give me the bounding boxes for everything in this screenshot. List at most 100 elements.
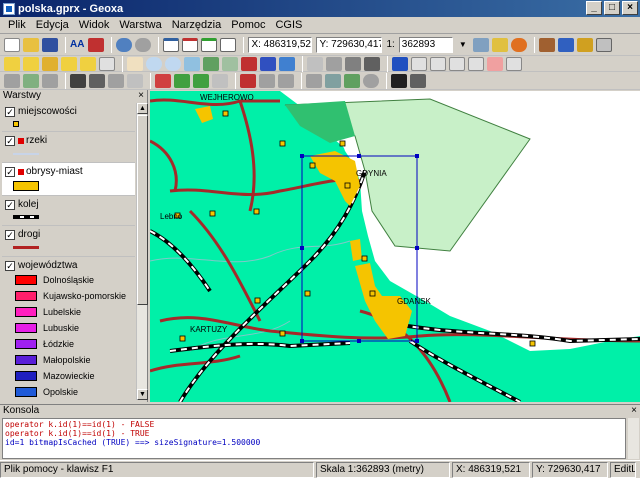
menu-narzedzia[interactable]: Narzędzia bbox=[167, 19, 227, 31]
draw-polyline-icon[interactable] bbox=[23, 73, 39, 88]
table-icon[interactable] bbox=[506, 56, 522, 71]
pointer-label-icon[interactable] bbox=[449, 56, 465, 71]
font-aa-button[interactable]: AA bbox=[70, 39, 84, 50]
layer-checkbox[interactable]: ✓ bbox=[5, 199, 15, 210]
pointer-measure-icon[interactable] bbox=[430, 56, 446, 71]
zoom-previous-icon[interactable] bbox=[241, 56, 257, 71]
export-icon[interactable] bbox=[364, 56, 380, 71]
pointer-select-icon[interactable] bbox=[468, 56, 484, 71]
layer-stack-icon[interactable] bbox=[23, 56, 39, 71]
layer-remove-icon[interactable] bbox=[61, 56, 77, 71]
split-icon[interactable] bbox=[155, 73, 171, 88]
merge-icon[interactable] bbox=[174, 73, 190, 88]
scroll-down-icon[interactable]: ▼ bbox=[137, 389, 148, 400]
console-scrollbar[interactable] bbox=[628, 418, 639, 459]
map-svg[interactable] bbox=[150, 91, 640, 402]
globe-small-icon[interactable] bbox=[363, 73, 379, 88]
black-arrow-icon[interactable] bbox=[391, 73, 407, 88]
new-file-icon[interactable] bbox=[4, 37, 20, 52]
zoom-in-icon[interactable] bbox=[146, 56, 162, 71]
select-arrow-icon[interactable] bbox=[307, 56, 323, 71]
zoom-extent-icon[interactable] bbox=[184, 56, 200, 71]
remove-point-icon[interactable] bbox=[212, 73, 228, 88]
console-close-icon[interactable]: × bbox=[631, 405, 637, 417]
scroll-thumb[interactable] bbox=[137, 115, 148, 305]
key-icon[interactable] bbox=[576, 37, 593, 52]
maximize-button[interactable]: □ bbox=[604, 1, 620, 15]
hand-pan-icon[interactable] bbox=[127, 56, 143, 71]
map-label-gdansk: GDAŃSK bbox=[397, 297, 431, 306]
rotate-icon[interactable] bbox=[306, 73, 322, 88]
map-canvas[interactable]: WEJHEROWO GDYNIA Lebno GDAŃSK KARTUZY bbox=[150, 91, 640, 402]
layer-item-kolej[interactable]: ✓ kolej bbox=[2, 196, 135, 226]
style-icon[interactable] bbox=[88, 37, 105, 52]
person-icon[interactable] bbox=[557, 37, 574, 52]
layer-item-obrysy-miast[interactable]: ✓ obrysy-miast bbox=[2, 163, 135, 196]
layer-edit-icon[interactable] bbox=[42, 56, 58, 71]
layer-checkbox[interactable]: ✓ bbox=[5, 260, 15, 271]
menu-plik[interactable]: Plik bbox=[3, 19, 31, 31]
move-vertex-icon[interactable] bbox=[108, 73, 124, 88]
layer-checkbox[interactable]: ✓ bbox=[5, 106, 15, 117]
pointer-info-icon[interactable] bbox=[411, 56, 427, 71]
snap-vertex-icon[interactable] bbox=[259, 73, 275, 88]
zoom-next-icon[interactable] bbox=[260, 56, 276, 71]
navigate-icon[interactable] bbox=[472, 37, 489, 52]
layer-filter-icon[interactable] bbox=[99, 56, 115, 71]
scale-input[interactable]: 362893 bbox=[398, 36, 453, 53]
snap-edge-icon[interactable] bbox=[278, 73, 294, 88]
layer-tools-icon[interactable] bbox=[538, 37, 555, 52]
layer-item-drogi[interactable]: ✓ drogi bbox=[2, 226, 135, 257]
grid-icon[interactable] bbox=[595, 37, 612, 52]
refresh-icon[interactable] bbox=[279, 56, 295, 71]
layer-item-rzeki[interactable]: ✓ rzeki bbox=[2, 132, 135, 163]
add-vertex-icon[interactable] bbox=[127, 73, 143, 88]
open-folder-icon[interactable] bbox=[23, 37, 39, 52]
layer-item-wojewodztwa[interactable]: ✓ województwa Dolnośląskie Kujawsko-pomor… bbox=[2, 257, 135, 400]
add-point-icon[interactable] bbox=[193, 73, 209, 88]
layers-scrollbar[interactable]: ▲ ▼ bbox=[136, 103, 148, 400]
window-red-icon[interactable] bbox=[182, 37, 199, 52]
draw-line-icon[interactable] bbox=[4, 73, 20, 88]
ruler-icon[interactable] bbox=[491, 37, 508, 52]
layer-checkbox[interactable]: ✓ bbox=[5, 166, 15, 177]
zoom-layer-icon[interactable] bbox=[203, 56, 219, 71]
info-icon[interactable] bbox=[392, 56, 408, 71]
menu-edycja[interactable]: Edycja bbox=[31, 19, 74, 31]
close-button[interactable]: × bbox=[622, 1, 638, 15]
node-arrow-icon[interactable] bbox=[410, 73, 426, 88]
edit-pointer-icon[interactable] bbox=[70, 73, 86, 88]
window-icon[interactable] bbox=[163, 37, 180, 52]
snap-icon[interactable] bbox=[240, 73, 256, 88]
scale-tool-icon[interactable] bbox=[325, 73, 341, 88]
layer-item-miejscowosci[interactable]: ✓ miejscowości bbox=[2, 103, 135, 132]
layer-add-icon[interactable] bbox=[4, 56, 20, 71]
edit-vertex-icon[interactable] bbox=[89, 73, 105, 88]
console-output[interactable]: operator k.id(1)==id(1) - FALSE operator… bbox=[2, 418, 626, 459]
scroll-up-icon[interactable]: ▲ bbox=[137, 103, 148, 114]
clear-selection-icon[interactable] bbox=[487, 56, 503, 71]
zoom-window-icon[interactable] bbox=[222, 56, 238, 71]
mirror-icon[interactable] bbox=[344, 73, 360, 88]
globe-icon[interactable] bbox=[510, 37, 527, 52]
window-green-icon[interactable] bbox=[201, 37, 218, 52]
save-icon[interactable] bbox=[42, 37, 58, 52]
y-coordinate-field: Y: 729630,417 bbox=[316, 36, 383, 53]
window-layout-icon[interactable] bbox=[220, 37, 237, 52]
menu-cgis[interactable]: CGIS bbox=[270, 19, 307, 31]
select-area-icon[interactable] bbox=[326, 56, 342, 71]
layers-panel-close-icon[interactable]: × bbox=[138, 90, 144, 102]
layer-checkbox[interactable]: ✓ bbox=[5, 229, 15, 240]
menu-widok[interactable]: Widok bbox=[74, 19, 115, 31]
undo-icon[interactable] bbox=[116, 37, 133, 52]
layer-props-icon[interactable] bbox=[80, 56, 96, 71]
scale-dropdown-arrow[interactable]: ▼ bbox=[457, 38, 469, 52]
zoom-out-icon[interactable] bbox=[165, 56, 181, 71]
menu-pomoc[interactable]: Pomoc bbox=[226, 19, 270, 31]
menu-warstwa[interactable]: Warstwa bbox=[114, 19, 166, 31]
minimize-button[interactable]: _ bbox=[586, 1, 602, 15]
print-icon[interactable] bbox=[345, 56, 361, 71]
draw-polygon-icon[interactable] bbox=[42, 73, 58, 88]
layer-checkbox[interactable]: ✓ bbox=[5, 135, 15, 146]
redo-icon[interactable] bbox=[135, 37, 152, 52]
